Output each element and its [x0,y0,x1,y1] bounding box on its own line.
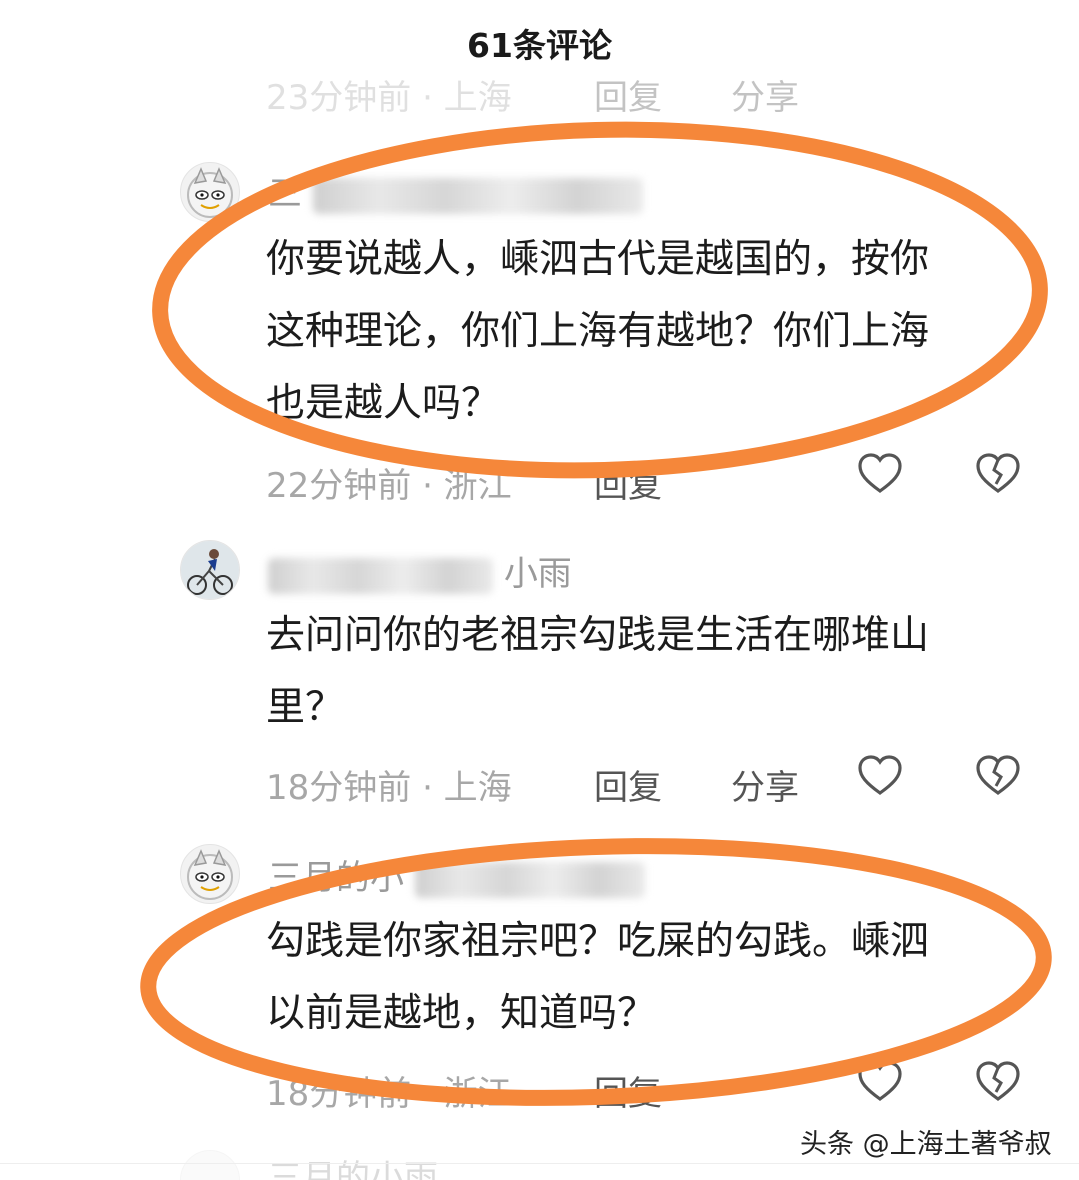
avatar-cyclist-icon [181,541,239,599]
avatar-cartoon-icon [187,849,233,900]
comment-time: 22分钟前 · 浙江 [266,466,512,506]
comment-time: 18分钟前 · 浙江 [266,1074,512,1114]
heart-outline-icon[interactable] [856,450,904,498]
avatar[interactable] [180,162,240,222]
heart-outline-icon[interactable] [856,752,904,800]
reply-button[interactable]: 回复 [594,760,662,809]
share-button[interactable]: 分享 [731,70,799,119]
comment-username[interactable]: 三月的小雨 [268,1150,438,1180]
share-button[interactable]: 分享 [731,760,799,809]
broken-heart-icon[interactable] [974,1058,1022,1106]
comment-username[interactable]: 三 [268,166,643,215]
comment-text: 去问问你的老祖宗勾践是生活在哪堆山 里？ [266,613,930,730]
watermark: 头条 @上海土著爷叔 [800,1129,1052,1160]
broken-heart-icon[interactable] [974,450,1022,498]
comment-username[interactable]: 小雨 [268,546,572,595]
heart-outline-icon[interactable] [856,1058,904,1106]
broken-heart-icon[interactable] [974,752,1022,800]
comment-time: 23分钟前 · 上海 [266,78,512,118]
avatar[interactable] [180,844,240,904]
comments-count-title: 61条评论 [467,26,612,65]
reply-button[interactable]: 回复 [594,70,662,119]
comment-text: 勾践是你家祖宗吧？吃屎的勾践。嵊泗 以前是越地，知道吗？ [266,919,930,1036]
comment-meta: 18分钟前 · 上海 回复 分享 [266,752,1046,812]
avatar-cartoon-icon [187,167,233,218]
avatar[interactable] [180,540,240,600]
comment-meta: 18分钟前 · 浙江 回复 [266,1058,1046,1118]
comment-username[interactable]: 三月的小 [268,850,645,899]
reply-button[interactable]: 回复 [594,1066,662,1115]
comment-time: 18分钟前 · 上海 [266,768,512,808]
comment-meta: 22分钟前 · 浙江 回复 [266,450,1046,510]
divider [0,1163,1079,1164]
comments-header: 61条评论 [0,0,1079,86]
avatar[interactable] [180,1150,240,1180]
comment-text: 你要说越人，嵊泗古代是越国的，按你 这种理论，你们上海有越地？你们上海 也是越人… [266,237,930,426]
comment-meta: 23分钟前 · 上海 回复 分享 [266,78,1046,146]
reply-button[interactable]: 回复 [594,458,662,507]
